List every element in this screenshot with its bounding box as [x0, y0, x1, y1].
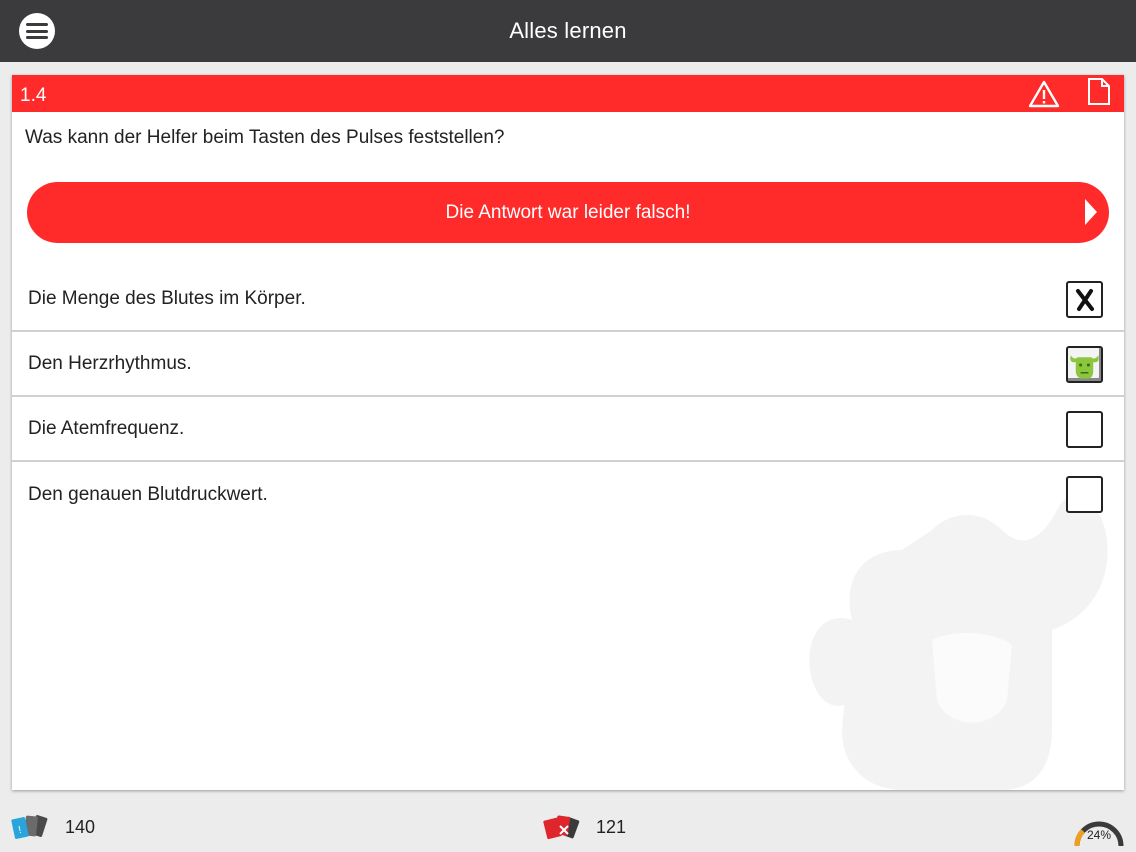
red-cards-icon [543, 815, 580, 840]
question-card: 1.4 Was kann der Helfer beim Tasten des … [12, 75, 1124, 790]
answer-checkbox[interactable] [1066, 281, 1103, 318]
answer-list: Die Menge des Blutes im Körper. Den Herz… [12, 267, 1124, 527]
answer-option[interactable]: Den Herzrhythmus. [12, 332, 1124, 397]
result-message: Die Antwort war leider falsch! [445, 201, 691, 223]
progress-label: 24% [1086, 828, 1112, 842]
learned-count: 140 [65, 816, 96, 837]
answer-text: Die Atemfrequenz. [28, 417, 185, 439]
result-banner-button[interactable]: Die Antwort war leider falsch! [27, 182, 1109, 243]
answer-text: Den genauen Blutdruckwert. [28, 483, 268, 505]
document-icon[interactable] [1087, 78, 1111, 105]
chevron-right-icon [1085, 199, 1097, 225]
wrong-count: 121 [596, 816, 627, 837]
page-title: Alles lernen [509, 18, 627, 43]
learned-cards-counter[interactable]: ! 140 [9, 802, 95, 852]
menu-icon [26, 23, 48, 39]
answer-option[interactable]: Die Menge des Blutes im Körper. [12, 267, 1124, 332]
bottom-status-bar: ! 140 121 24% [0, 802, 1136, 852]
app-bar: Alles lernen [0, 0, 1136, 62]
question-header: 1.4 [12, 75, 1124, 112]
cross-mark-icon [1075, 288, 1094, 311]
progress-gauge: 24% [1072, 808, 1126, 848]
question-number: 1.4 [20, 85, 47, 106]
answer-checkbox[interactable] [1066, 476, 1103, 513]
wrong-cards-counter[interactable]: 121 [542, 802, 626, 852]
answer-option[interactable]: Den genauen Blutdruckwert. [12, 462, 1124, 527]
green-bull-icon [1070, 354, 1099, 379]
answer-checkbox[interactable] [1066, 346, 1103, 383]
answer-text: Den Herzrhythmus. [28, 352, 192, 374]
menu-button[interactable] [19, 13, 55, 49]
blue-cards-icon: ! [11, 815, 48, 839]
question-text: Was kann der Helfer beim Tasten des Puls… [25, 127, 505, 148]
warning-icon[interactable] [1028, 80, 1060, 108]
answer-checkbox[interactable] [1066, 411, 1103, 448]
answer-option[interactable]: Die Atemfrequenz. [12, 397, 1124, 462]
answer-text: Die Menge des Blutes im Körper. [28, 287, 306, 309]
